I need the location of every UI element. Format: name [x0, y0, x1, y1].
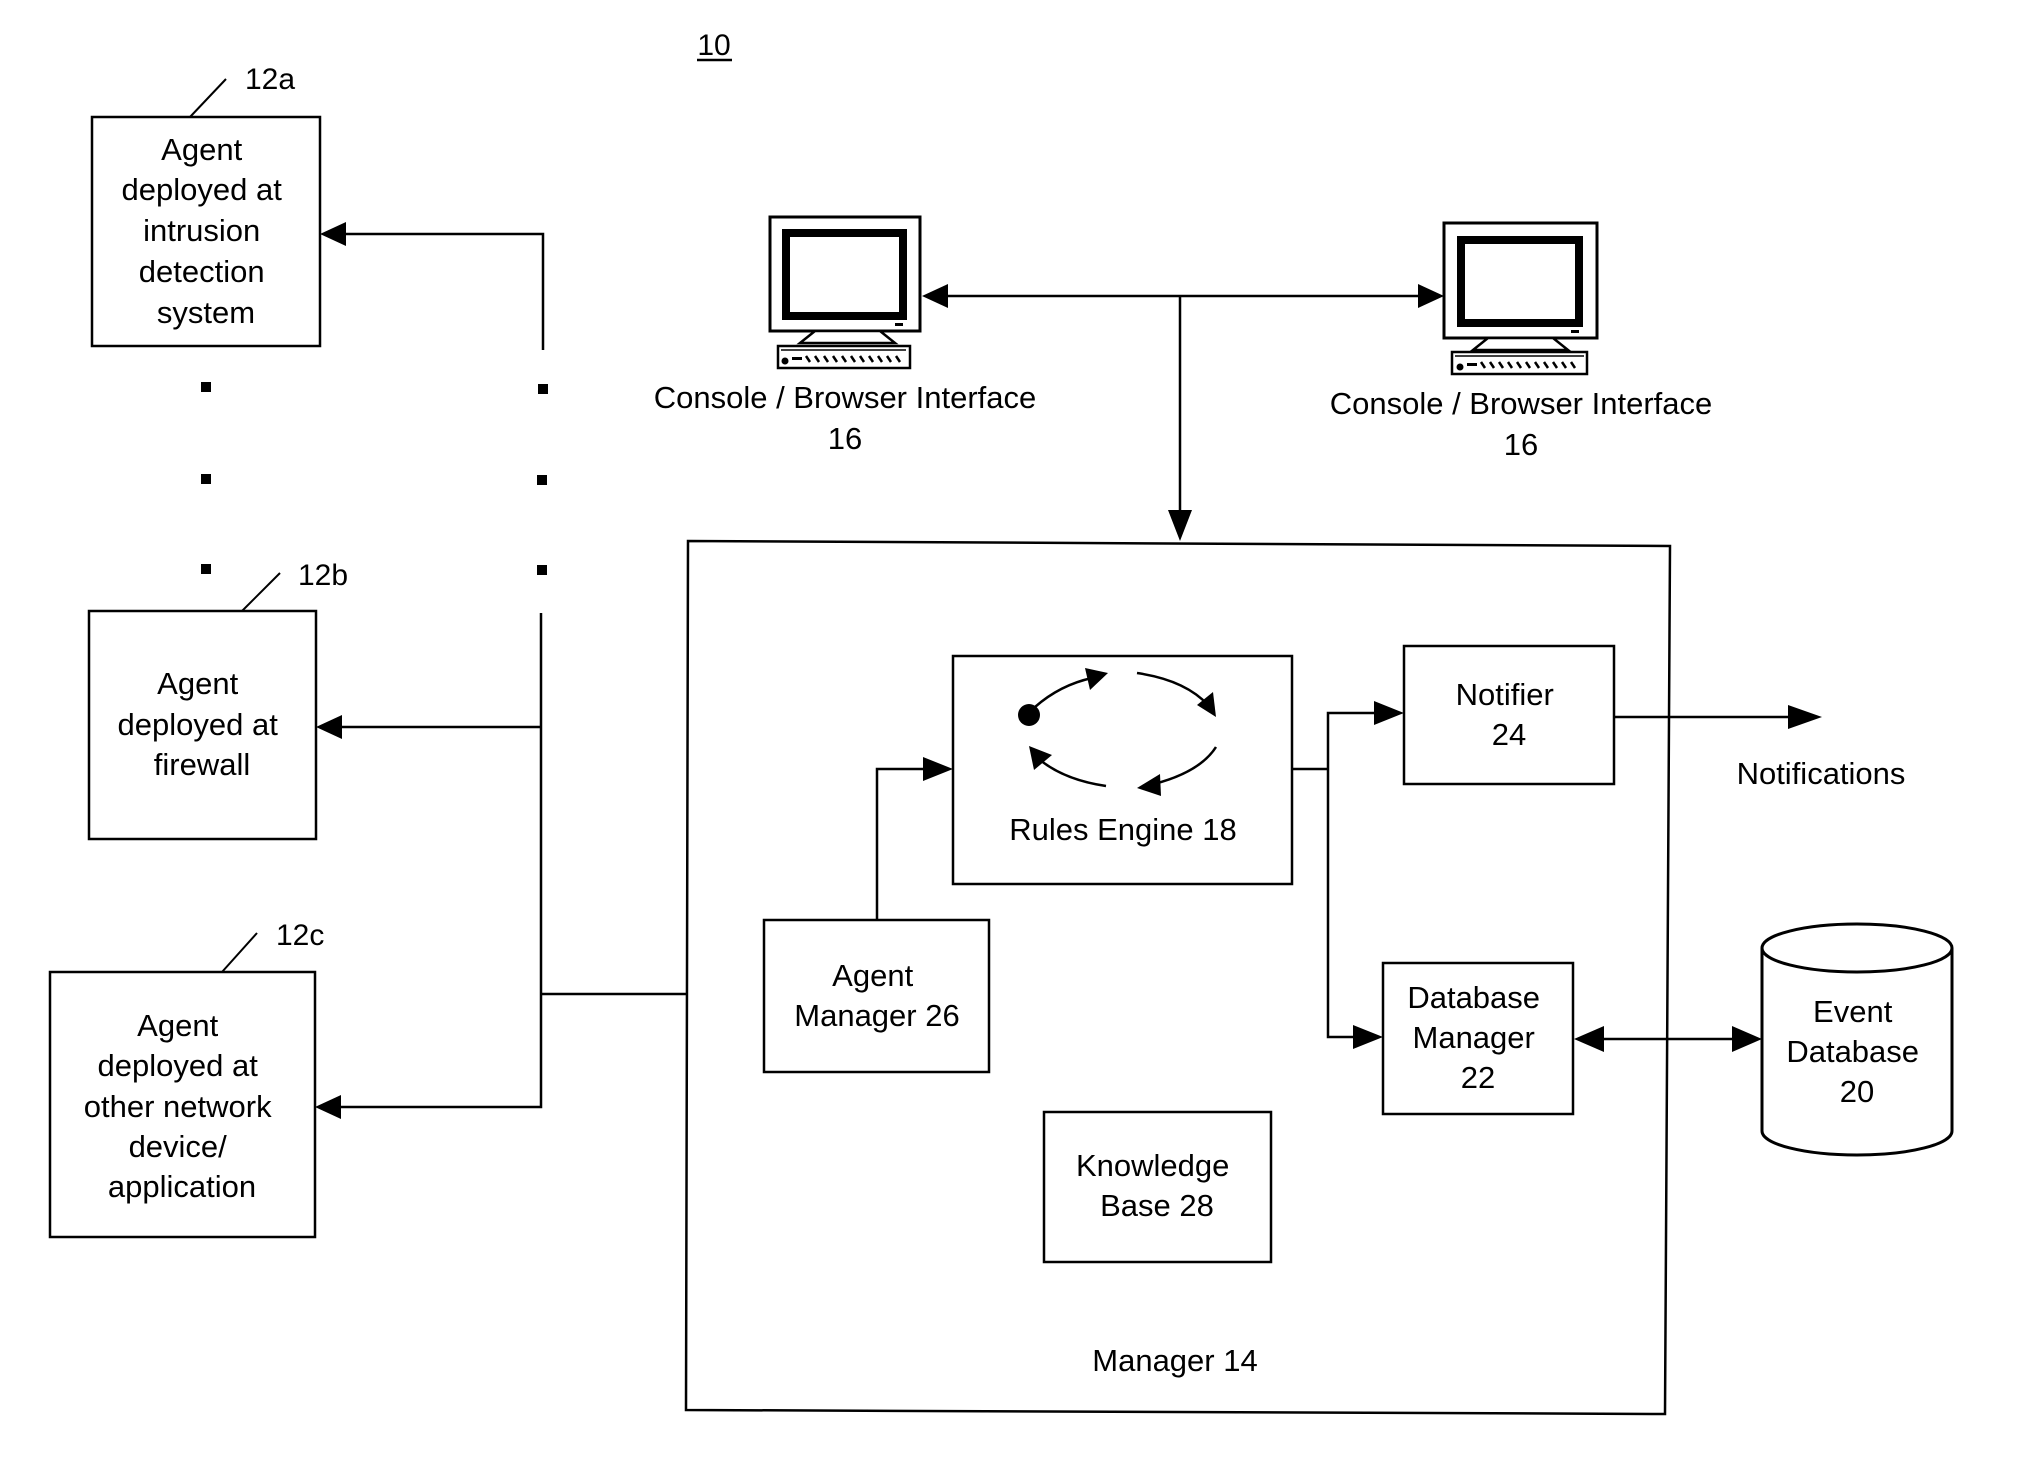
diagram-canvas: 10 Agent deployed at intrusion detection… — [48, 29, 1954, 1416]
notifications-label: Notifications — [1737, 756, 1906, 791]
arrowhead-console-2 — [1418, 284, 1444, 308]
ellipsis-dots-agents — [201, 382, 211, 574]
ellipsis-dots-bus — [537, 384, 548, 575]
ellipsis-dot — [201, 564, 211, 574]
agent-manager-frame — [762, 918, 991, 1074]
arrowhead-12a — [320, 222, 346, 246]
arrowhead-12c — [315, 1095, 341, 1119]
agent-box-12b[interactable]: Agent deployed at firewall — [87, 609, 318, 841]
rules-engine-box[interactable]: Rules Engine 18 — [951, 654, 1294, 886]
agent-box-12c[interactable]: Agent deployed at other network device/ … — [48, 970, 317, 1239]
arrowhead-manager — [1168, 510, 1192, 541]
ref-leader-12c — [221, 932, 258, 973]
arrowhead-event-database — [1732, 1026, 1762, 1052]
figure-number-text: 10 — [697, 29, 730, 62]
agent-box-12a[interactable]: Agent deployed at intrusion detection sy… — [90, 115, 322, 348]
ref-label-12a: 12a — [245, 63, 295, 96]
ellipsis-dot — [201, 382, 211, 392]
notifier-box[interactable]: Notifier 24 — [1402, 644, 1616, 786]
arrowhead-notifications — [1788, 705, 1822, 729]
ellipsis-dot — [537, 565, 547, 575]
rules-engine-frame — [951, 654, 1294, 886]
notifier-frame — [1402, 644, 1616, 786]
console-1-label: Console / Browser Interface — [654, 380, 1037, 415]
knowledge-base-frame — [1042, 1110, 1273, 1264]
console-1-number: 16 — [828, 421, 862, 456]
ref-label-12c: 12c — [276, 919, 324, 952]
console-2-number: 16 — [1504, 427, 1538, 462]
arrowhead-12b — [316, 715, 342, 739]
computer-monitor-icon — [1442, 221, 1599, 376]
database-manager-box[interactable]: Database Manager 22 — [1381, 961, 1575, 1116]
console-2-label: Console / Browser Interface — [1330, 386, 1713, 421]
manager-label: Manager 14 — [1092, 1343, 1257, 1378]
connector-bus-to-12a — [340, 232, 545, 350]
ellipsis-dot — [537, 475, 547, 485]
agent-manager-box[interactable]: Agent Manager 26 — [762, 918, 991, 1074]
figure-number: 10 — [697, 29, 732, 62]
ellipsis-dot — [201, 474, 211, 484]
console-1[interactable]: Console / Browser Interface 16 — [654, 215, 1037, 456]
knowledge-base-box[interactable]: Knowledge Base 28 — [1042, 1110, 1273, 1264]
ref-leader-12a — [189, 78, 227, 118]
rules-engine-label: Rules Engine 18 — [1009, 812, 1237, 847]
event-database[interactable]: Event Database 20 — [1760, 922, 1954, 1157]
console-2[interactable]: Console / Browser Interface 16 — [1330, 221, 1713, 462]
arrowhead-console-1 — [922, 284, 948, 308]
ref-leader-12b — [241, 572, 281, 612]
ellipsis-dot — [538, 384, 548, 394]
ref-label-12b: 12b — [298, 559, 348, 592]
computer-monitor-icon — [768, 215, 922, 370]
connector-bus-main — [335, 613, 543, 1109]
